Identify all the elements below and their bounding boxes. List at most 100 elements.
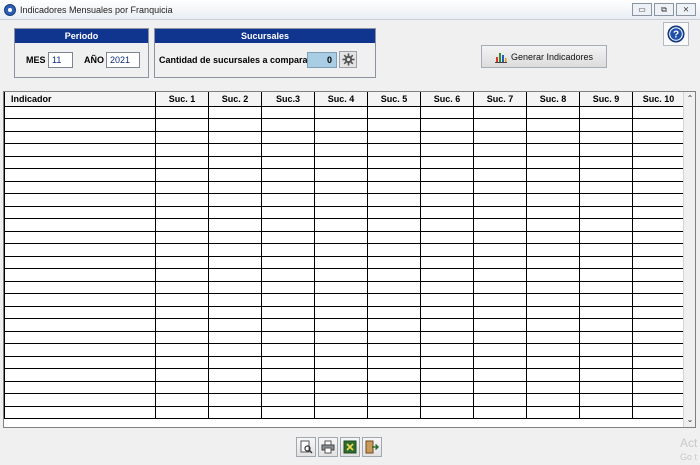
table-cell[interactable] (314, 193, 368, 207)
table-cell[interactable] (526, 243, 580, 257)
table-cell[interactable] (155, 180, 209, 194)
table-cell[interactable] (4, 193, 156, 207)
table-cell[interactable] (314, 293, 368, 307)
table-cell[interactable] (473, 118, 527, 132)
table-cell[interactable] (155, 255, 209, 269)
table-cell[interactable] (579, 318, 633, 332)
table-cell[interactable] (420, 368, 474, 382)
table-cell[interactable] (420, 318, 474, 332)
table-cell[interactable] (420, 180, 474, 194)
table-cell[interactable] (367, 105, 421, 119)
table-cell[interactable] (4, 343, 156, 357)
table-cell[interactable] (261, 343, 315, 357)
table-cell[interactable] (632, 380, 685, 394)
column-header[interactable]: Suc. 6 (420, 92, 474, 107)
print-button[interactable] (318, 437, 338, 457)
table-cell[interactable] (261, 393, 315, 407)
table-cell[interactable] (155, 343, 209, 357)
table-cell[interactable] (473, 380, 527, 394)
column-header[interactable]: Suc. 4 (314, 92, 368, 107)
table-cell[interactable] (367, 318, 421, 332)
table-row[interactable] (4, 293, 685, 307)
table-cell[interactable] (420, 143, 474, 157)
table-row[interactable] (4, 130, 685, 144)
table-cell[interactable] (4, 230, 156, 244)
table-row[interactable] (4, 105, 685, 119)
table-row[interactable] (4, 393, 685, 407)
table-cell[interactable] (155, 405, 209, 419)
table-cell[interactable] (579, 230, 633, 244)
table-cell[interactable] (526, 218, 580, 232)
table-cell[interactable] (4, 118, 156, 132)
column-header[interactable]: Suc. 5 (367, 92, 421, 107)
table-cell[interactable] (208, 305, 262, 319)
table-cell[interactable] (155, 293, 209, 307)
table-cell[interactable] (314, 105, 368, 119)
anio-input[interactable]: 2021 (106, 52, 140, 68)
table-cell[interactable] (155, 243, 209, 257)
table-cell[interactable] (579, 355, 633, 369)
table-row[interactable] (4, 380, 685, 394)
table-cell[interactable] (314, 180, 368, 194)
table-cell[interactable] (314, 268, 368, 282)
table-cell[interactable] (632, 305, 685, 319)
table-cell[interactable] (314, 405, 368, 419)
table-cell[interactable] (632, 268, 685, 282)
table-cell[interactable] (420, 280, 474, 294)
table-cell[interactable] (155, 118, 209, 132)
table-cell[interactable] (208, 230, 262, 244)
table-cell[interactable] (4, 330, 156, 344)
vertical-scrollbar[interactable]: ⌃ ⌄ (683, 92, 695, 427)
table-cell[interactable] (367, 180, 421, 194)
table-cell[interactable] (526, 143, 580, 157)
table-cell[interactable] (367, 218, 421, 232)
table-cell[interactable] (155, 368, 209, 382)
table-cell[interactable] (208, 380, 262, 394)
table-cell[interactable] (632, 168, 685, 182)
table-row[interactable] (4, 118, 685, 132)
table-cell[interactable] (208, 343, 262, 357)
table-cell[interactable] (314, 155, 368, 169)
table-cell[interactable] (4, 168, 156, 182)
table-cell[interactable] (4, 180, 156, 194)
table-cell[interactable] (261, 118, 315, 132)
table-cell[interactable] (473, 230, 527, 244)
table-cell[interactable] (261, 268, 315, 282)
table-cell[interactable] (208, 205, 262, 219)
table-cell[interactable] (314, 368, 368, 382)
table-cell[interactable] (155, 218, 209, 232)
table-cell[interactable] (420, 105, 474, 119)
table-cell[interactable] (526, 380, 580, 394)
table-row[interactable] (4, 243, 685, 257)
table-cell[interactable] (261, 355, 315, 369)
table-cell[interactable] (367, 380, 421, 394)
table-cell[interactable] (420, 268, 474, 282)
table-row[interactable] (4, 155, 685, 169)
table-cell[interactable] (4, 380, 156, 394)
table-cell[interactable] (473, 155, 527, 169)
table-cell[interactable] (208, 193, 262, 207)
table-cell[interactable] (526, 393, 580, 407)
table-cell[interactable] (632, 280, 685, 294)
table-cell[interactable] (4, 130, 156, 144)
table-cell[interactable] (314, 380, 368, 394)
table-cell[interactable] (473, 393, 527, 407)
table-cell[interactable] (4, 205, 156, 219)
table-cell[interactable] (579, 155, 633, 169)
table-cell[interactable] (261, 330, 315, 344)
table-cell[interactable] (261, 193, 315, 207)
table-cell[interactable] (155, 380, 209, 394)
table-cell[interactable] (314, 218, 368, 232)
table-cell[interactable] (579, 130, 633, 144)
table-cell[interactable] (367, 293, 421, 307)
table-cell[interactable] (367, 280, 421, 294)
table-cell[interactable] (420, 205, 474, 219)
table-cell[interactable] (579, 118, 633, 132)
table-cell[interactable] (632, 118, 685, 132)
table-cell[interactable] (155, 105, 209, 119)
table-cell[interactable] (261, 318, 315, 332)
table-row[interactable] (4, 218, 685, 232)
table-cell[interactable] (261, 380, 315, 394)
table-cell[interactable] (526, 205, 580, 219)
table-cell[interactable] (208, 255, 262, 269)
